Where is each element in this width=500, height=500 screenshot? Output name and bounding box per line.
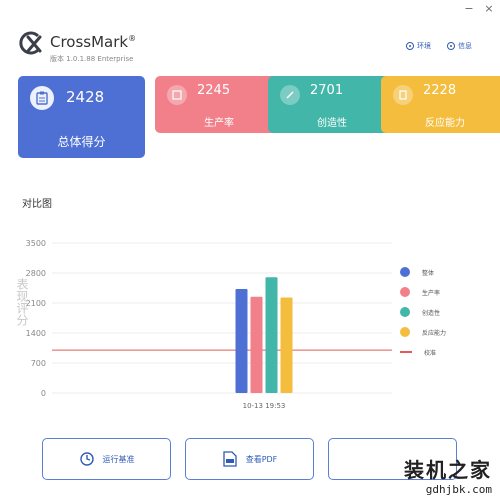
- info-link[interactable]: 信息: [447, 41, 472, 51]
- responsiveness-icon: [393, 85, 413, 105]
- legend-label: 生产率: [422, 289, 441, 297]
- creativity-score: 2701: [310, 83, 344, 98]
- crossmark-logo-icon: [19, 31, 42, 55]
- minimize-button[interactable]: −: [462, 2, 476, 16]
- app-title: CrossMark®: [50, 33, 136, 51]
- responsiveness-card[interactable]: 2228 反应能力: [381, 76, 500, 133]
- bar-1: [235, 288, 248, 393]
- legend-item: 校准: [400, 342, 446, 362]
- close-button[interactable]: ×: [482, 2, 496, 16]
- productivity-score: 2245: [197, 83, 231, 98]
- overall-score: 2428: [66, 88, 105, 106]
- environment-label: 环境: [417, 42, 431, 50]
- bar-2: [250, 296, 263, 393]
- legend-item: 反应能力: [400, 322, 446, 342]
- legend-swatch: [400, 287, 410, 297]
- legend-label: 校准: [424, 349, 437, 357]
- legend-label: 创造性: [422, 309, 441, 317]
- view-pdf-button[interactable]: 查看PDF: [185, 438, 314, 480]
- environment-link[interactable]: 环境: [406, 41, 431, 51]
- run-benchmark-label: 运行基准: [102, 454, 135, 464]
- y-tick-label: 3500: [26, 239, 46, 248]
- registered-mark: ®: [128, 34, 137, 43]
- productivity-label: 生产率: [204, 118, 234, 129]
- bar-4: [280, 297, 293, 393]
- app-name: CrossMark: [50, 33, 129, 51]
- run-benchmark-button[interactable]: 运行基准: [42, 438, 171, 480]
- legend-swatch: [400, 327, 410, 337]
- view-pdf-label: 查看PDF: [245, 454, 278, 464]
- overall-score-card[interactable]: 2428 总体得分: [18, 76, 145, 158]
- legend-item: 生产率: [400, 282, 446, 302]
- pdf-file-icon: [222, 451, 238, 467]
- creativity-label: 创造性: [317, 118, 347, 129]
- watermark-url: gdhjbk.com: [425, 483, 492, 496]
- clock-icon: [79, 451, 95, 467]
- comparison-chart-title: 对比图: [22, 199, 52, 210]
- chart-legend: 整体生产率创造性反应能力校准: [400, 262, 446, 362]
- x-tick-label: 10-13 19:53: [243, 402, 286, 410]
- y-tick-label: 0: [41, 389, 46, 398]
- productivity-icon: [167, 85, 187, 105]
- legend-item: 整体: [400, 262, 446, 282]
- productivity-card[interactable]: 2245 生产率: [155, 76, 283, 133]
- watermark: 装机之家 gdhjbk.com: [404, 454, 492, 496]
- overall-score-label: 总体得分: [57, 135, 106, 149]
- legend-swatch: [400, 267, 410, 277]
- app-version: 版本 1.0.1.88 Enterprise: [50, 55, 134, 63]
- watermark-title: 装机之家: [404, 458, 492, 482]
- y-tick-label: 700: [31, 359, 46, 368]
- y-axis-label: 表现评分: [15, 278, 29, 327]
- clipboard-icon: [30, 86, 54, 110]
- legend-label: 反应能力: [422, 329, 447, 337]
- comparison-chart: 07001400210028003500表现评分10-13 19:53: [15, 239, 392, 410]
- bar-3: [265, 277, 278, 393]
- creativity-card[interactable]: 2701 创造性: [268, 76, 396, 133]
- pen-icon: [280, 85, 300, 105]
- legend-label: 整体: [422, 269, 435, 277]
- legend-swatch: [400, 307, 410, 317]
- info-label: 信息: [458, 42, 472, 50]
- legend-item: 创造性: [400, 302, 446, 322]
- y-tick-label: 2800: [26, 269, 46, 278]
- responsiveness-label: 反应能力: [425, 118, 465, 129]
- legend-swatch: [400, 351, 412, 353]
- window-controls: − ×: [462, 2, 496, 16]
- y-tick-label: 1400: [26, 329, 46, 338]
- responsiveness-score: 2228: [423, 83, 457, 98]
- info-icon: [447, 42, 455, 50]
- environment-icon: [406, 42, 414, 50]
- top-links: 环境 信息: [406, 41, 472, 51]
